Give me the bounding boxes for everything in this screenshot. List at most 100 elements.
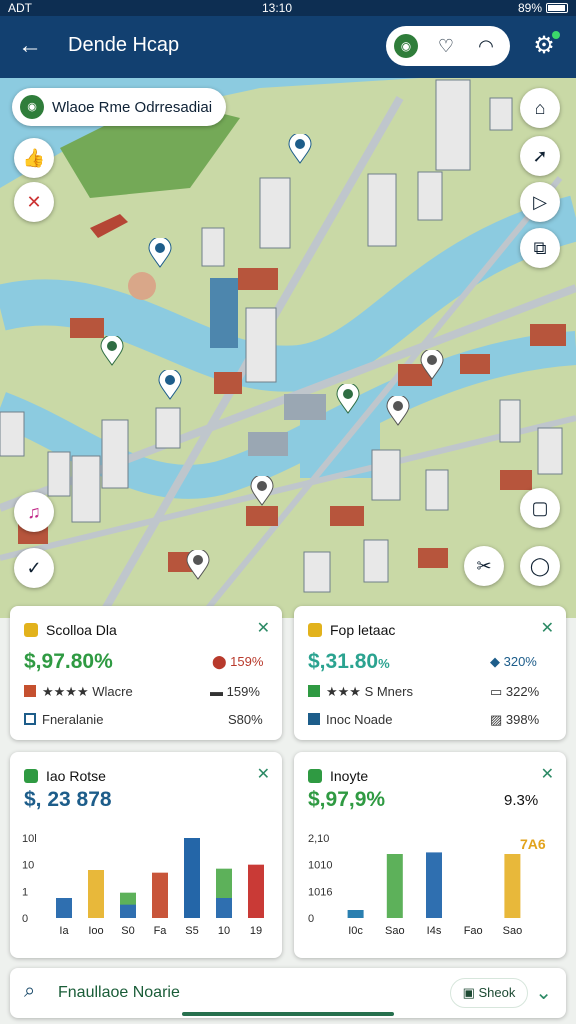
coin-icon: [24, 623, 38, 637]
bar: [386, 854, 403, 918]
card-title: Inoyte: [330, 768, 369, 784]
card-title: Fop letaac: [330, 622, 396, 638]
chart-icon: ▨: [490, 712, 506, 727]
play-icon: [308, 769, 322, 783]
map-pin-icon[interactable]: [100, 336, 124, 366]
city-map[interactable]: ◉ Wlaoe Rme Odrresadiai 👍 ✕ ⌂ ➚ ▷ ⧉ ♫ ✓ …: [0, 78, 576, 618]
settings-button[interactable]: ⚙: [530, 31, 560, 60]
bar: [347, 910, 364, 918]
card-value: $,97.80%: [24, 650, 113, 673]
map-pin-icon[interactable]: [386, 396, 410, 426]
close-icon[interactable]: ✕: [541, 618, 554, 638]
x-tick-label: S5: [185, 925, 198, 937]
close-route-button[interactable]: ✕: [14, 182, 54, 222]
bar: [56, 898, 72, 918]
card-header: Fop letaac: [308, 622, 395, 638]
heart-icon[interactable]: ♡: [434, 34, 458, 58]
chat-button[interactable]: ◯: [520, 546, 560, 586]
x-tick-label: 19: [250, 925, 262, 937]
bottom-label: Fnaullaoe Noarie: [58, 984, 180, 1001]
y-tick-label: 1010: [308, 860, 332, 872]
app-header: ← Dende Hcap ◉ ♡ ◠ ⚙: [0, 16, 576, 78]
close-icon[interactable]: ✕: [257, 764, 270, 784]
box-icon: ▭: [490, 684, 506, 699]
tools-button[interactable]: ✂: [464, 546, 504, 586]
tag-icon: [308, 623, 322, 637]
map-pin-icon[interactable]: [186, 550, 210, 580]
map-pin-icon[interactable]: [420, 350, 444, 380]
card-row: Inoc Noade: [308, 712, 393, 727]
map-pin-icon[interactable]: [250, 476, 274, 506]
x-tick-label: I4s: [427, 925, 442, 937]
card-top-right-value: ⬤ 159%: [212, 654, 264, 669]
x-tick-label: I0c: [348, 925, 363, 937]
activity-button[interactable]: ♫: [14, 492, 54, 532]
card-value: $,31.80%: [308, 650, 390, 673]
close-icon[interactable]: ✕: [257, 618, 270, 638]
thumbs-up-button[interactable]: 👍: [14, 138, 54, 178]
card-row: ★★★★ Wlacre: [24, 684, 133, 700]
x-tick-label: S0: [121, 925, 134, 937]
brand-logo-icon: ◉: [20, 95, 44, 119]
close-icon[interactable]: ✕: [541, 764, 554, 784]
bar: [504, 854, 521, 918]
header-action-group: ◉ ♡ ◠: [386, 26, 510, 66]
y-tick-label: 2,10: [308, 833, 329, 845]
square-button[interactable]: ▢: [520, 488, 560, 528]
battery-status: 89%: [518, 1, 568, 15]
y-tick-label: 10: [22, 860, 34, 872]
y-tick-label: 1: [22, 886, 28, 898]
bar-chart: 10l1010Ia Ioo S0 Fa S5 10 19: [22, 833, 264, 937]
row-icon: [308, 685, 320, 697]
search-icon[interactable]: ⌕: [24, 980, 35, 1003]
card-row: ★★★ S Mners: [308, 684, 413, 700]
x-tick-label: Fa: [154, 925, 168, 937]
card-value: $, 23 878: [24, 788, 112, 811]
bar: [248, 864, 264, 918]
bar-chart: 2,10 1010 1016 0 I0c Sao I4s Fao Sao: [308, 833, 523, 937]
card-row: Fneralanie: [24, 712, 103, 727]
check-button[interactable]: ▣ Sheok: [450, 978, 528, 1008]
row-value: S80%: [228, 712, 263, 727]
page-title: Dende Hcap: [68, 34, 180, 56]
card-header: Iao Rotse: [24, 768, 106, 784]
row-value: ▬ 159%: [210, 684, 260, 699]
card-value: $,97,9%: [308, 788, 386, 811]
bottom-search-bar[interactable]: ⌕ Fnaullaoe Noarie ▣ Sheok ⌄: [10, 968, 566, 1018]
x-tick-label: Sao: [503, 925, 523, 937]
row-icon: [308, 713, 320, 725]
y-tick-label: 0: [22, 913, 28, 925]
back-button[interactable]: ←: [16, 32, 44, 60]
play-button[interactable]: ▷: [520, 182, 560, 222]
location-pin-icon: ⬤: [212, 654, 231, 669]
bar: [152, 872, 168, 918]
summary-card-2[interactable]: Fop letaac ✕ $,31.80% ◆ 320% ★★★ S Mners…: [294, 606, 566, 740]
chevron-down-icon[interactable]: ⌄: [535, 980, 552, 1005]
card-header: Inoyte: [308, 768, 368, 784]
profile-icon[interactable]: ◠: [474, 34, 498, 58]
y-tick-label: 10l: [22, 833, 37, 845]
map-pin-icon[interactable]: [158, 370, 182, 400]
row-icon: [24, 713, 36, 725]
map-pin-icon[interactable]: [288, 134, 312, 164]
chart-card-2[interactable]: Inoyte ✕ $,97,9% 9.3% 7A6 2,10 1010 1016 0 I…: [294, 752, 566, 958]
trend-icon: ◆: [490, 654, 504, 669]
map-search-chip[interactable]: ◉ Wlaoe Rme Odrresadiai: [12, 88, 227, 126]
notification-dot: [552, 31, 560, 39]
x-tick-label: Ia: [59, 925, 69, 937]
home-button[interactable]: ⌂: [520, 88, 560, 128]
summary-card-1[interactable]: Scolloa Dla ✕ $,97.80% ⬤ 159% ★★★★ Wlacr…: [10, 606, 282, 740]
flag-icon: [24, 769, 38, 783]
map-pin-icon[interactable]: [336, 384, 360, 414]
row-value: ▨ 398%: [490, 712, 540, 727]
confirm-button[interactable]: ✓: [14, 548, 54, 588]
map-pin-icon[interactable]: [148, 238, 172, 268]
card-title: Iao Rotse: [46, 768, 106, 784]
y-tick-label: 0: [308, 913, 314, 925]
x-tick-label: Ioo: [88, 925, 103, 937]
directions-button[interactable]: ➚: [520, 136, 560, 176]
card-right-value: 9.3%: [504, 792, 539, 809]
bar: [216, 898, 232, 918]
layers-button[interactable]: ⧉: [520, 228, 560, 268]
chart-card-1[interactable]: Iao Rotse ✕ $, 23 878 10l 10 1 0 Ia Ioo S0 Fa S5…: [10, 752, 282, 958]
